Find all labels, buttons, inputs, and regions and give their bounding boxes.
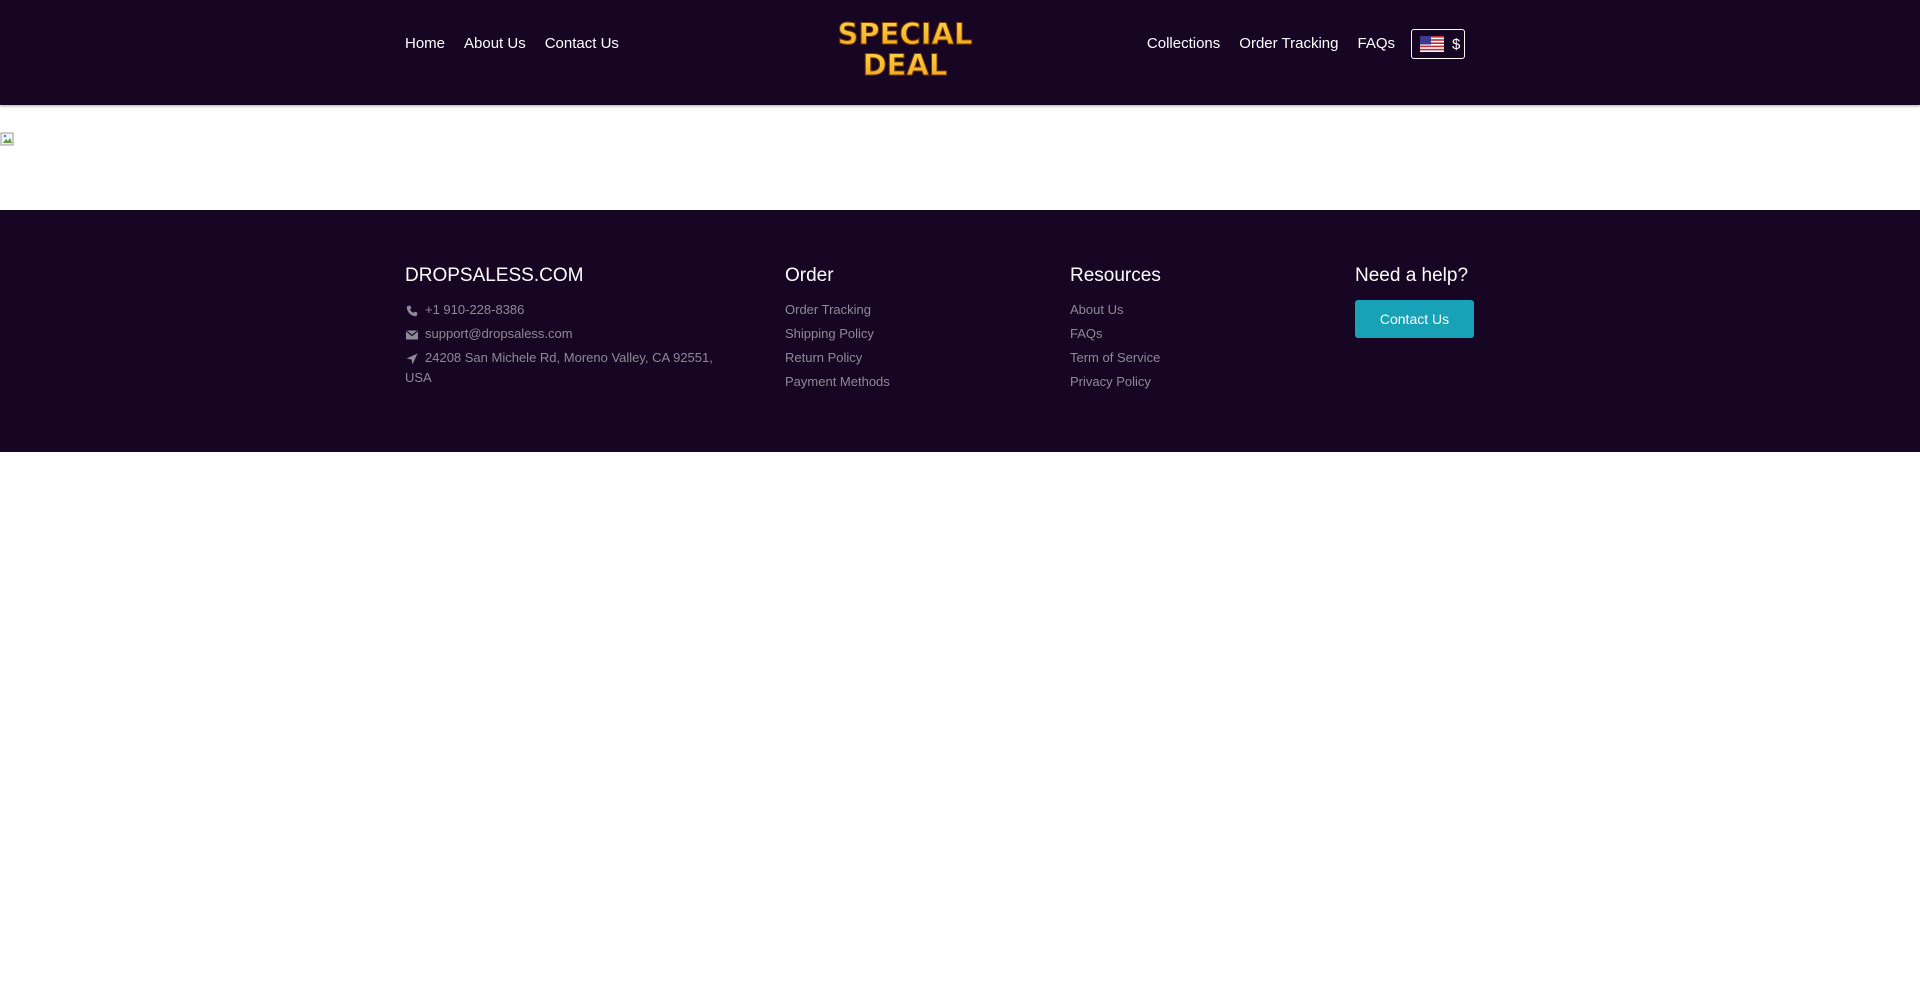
nav-left: Home About Us Contact Us <box>405 35 638 52</box>
footer-link-shipping-policy[interactable]: Shipping Policy <box>785 322 890 346</box>
nav-right: Collections Order Tracking FAQs $ <box>1147 28 1465 60</box>
footer-email[interactable]: support@dropsaless.com <box>405 322 735 346</box>
broken-image-icon <box>0 132 14 146</box>
footer-order-column: Order Order Tracking Shipping Policy Ret… <box>785 264 890 394</box>
footer-address: 24208 San Michele Rd, Moreno Valley, CA … <box>405 348 735 388</box>
footer-phone[interactable]: +1 910-228-8386 <box>405 298 735 322</box>
phone-text: +1 910-228-8386 <box>425 302 525 317</box>
nav-faqs-link[interactable]: FAQs <box>1357 28 1395 60</box>
us-flag-icon <box>1420 36 1444 52</box>
footer-link-payment-methods[interactable]: Payment Methods <box>785 370 890 394</box>
address-text: 24208 San Michele Rd, Moreno Valley, CA … <box>405 350 713 385</box>
footer-brand-title: DROPSALESS.COM <box>405 265 584 286</box>
footer-link-order-tracking[interactable]: Order Tracking <box>785 298 890 322</box>
logo-line-2: DEAL <box>863 48 948 78</box>
site-header: Home About Us Contact Us SPECIAL DEAL Co… <box>0 0 1920 105</box>
footer-resources-title: Resources <box>1070 265 1161 286</box>
footer-link-privacy[interactable]: Privacy Policy <box>1070 370 1161 394</box>
currency-selector[interactable]: $ <box>1411 29 1465 59</box>
phone-icon <box>406 305 418 316</box>
footer-help-title: Need a help? <box>1355 265 1469 286</box>
nav-about-link[interactable]: About Us <box>464 35 526 52</box>
nav-order-tracking-link[interactable]: Order Tracking <box>1239 28 1338 60</box>
footer-link-return-policy[interactable]: Return Policy <box>785 346 890 370</box>
footer-resources-column: Resources About Us FAQs Term of Service … <box>1070 264 1161 394</box>
footer-link-about-us[interactable]: About Us <box>1070 298 1161 322</box>
footer-link-faqs[interactable]: FAQs <box>1070 322 1161 346</box>
site-footer: DROPSALESS.COM +1 910-228-8386 support@d… <box>0 210 1920 452</box>
contact-us-button[interactable]: Contact Us <box>1355 300 1474 338</box>
email-text: support@dropsaless.com <box>425 326 573 341</box>
footer-brand-column: DROPSALESS.COM +1 910-228-8386 support@d… <box>405 264 735 388</box>
location-arrow-icon <box>406 353 418 365</box>
footer-link-terms[interactable]: Term of Service <box>1070 346 1161 370</box>
footer-order-title: Order <box>785 265 834 286</box>
nav-home-link[interactable]: Home <box>405 35 445 52</box>
footer-help-column: Need a help? Contact Us <box>1355 264 1474 338</box>
currency-symbol: $ <box>1452 35 1461 53</box>
nav-collections-link[interactable]: Collections <box>1147 28 1220 60</box>
special-deal-logo[interactable]: SPECIAL DEAL <box>833 14 977 79</box>
envelope-icon <box>405 329 419 340</box>
nav-contact-link[interactable]: Contact Us <box>545 35 619 52</box>
logo-line-1: SPECIAL <box>838 17 973 51</box>
